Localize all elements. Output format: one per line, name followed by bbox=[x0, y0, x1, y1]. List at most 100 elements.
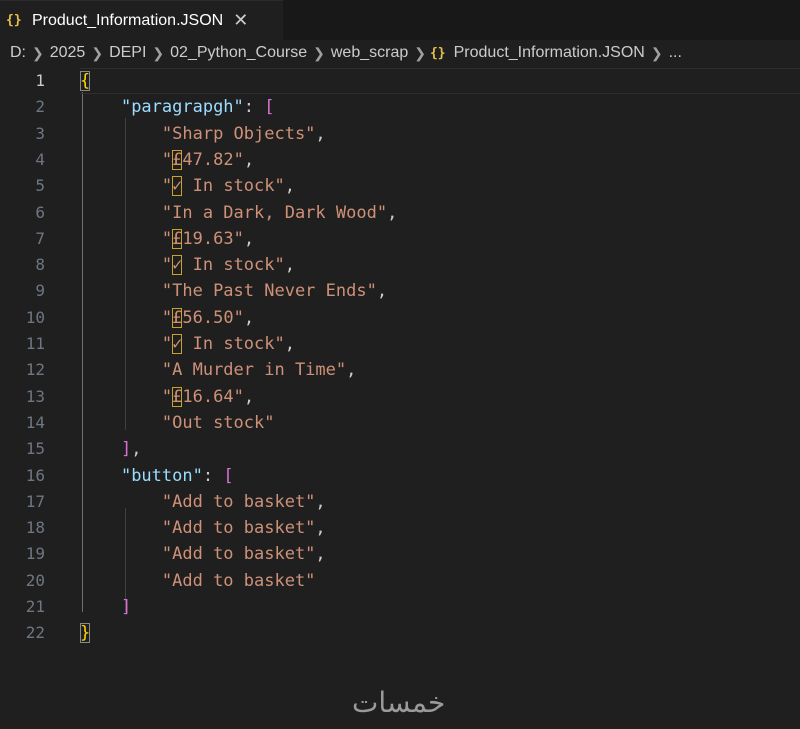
code-text[interactable]: "£47.82", bbox=[80, 147, 254, 173]
code-line: 14 "Out stock" bbox=[0, 410, 800, 436]
line-number: 11 bbox=[25, 334, 45, 353]
token: £ bbox=[172, 228, 183, 249]
token: 16.64" bbox=[182, 386, 244, 407]
token: "Add to basket" bbox=[161, 518, 316, 539]
token: In stock" bbox=[182, 255, 285, 276]
token: , bbox=[243, 386, 255, 407]
code-text[interactable]: "✓ In stock", bbox=[80, 252, 295, 278]
line-number: 13 bbox=[25, 386, 45, 406]
token: "button" bbox=[120, 465, 203, 486]
token: , bbox=[243, 228, 255, 249]
code-text[interactable]: "In a Dark, Dark Wood", bbox=[80, 200, 397, 226]
code-text[interactable]: "✓ In stock", bbox=[80, 173, 295, 199]
tab-product-information[interactable]: {} Product_Information.JSON ✕ bbox=[0, 0, 283, 40]
line-number: 1 bbox=[35, 71, 45, 90]
code-text[interactable]: "paragrapgh": [ bbox=[80, 94, 275, 120]
line-number: 16 bbox=[25, 465, 45, 485]
close-icon[interactable]: ✕ bbox=[233, 10, 248, 31]
token: "Out stock" bbox=[161, 412, 275, 433]
token: "Add to basket" bbox=[161, 570, 316, 591]
token: In stock" bbox=[182, 176, 285, 197]
code-text[interactable]: "✓ In stock", bbox=[80, 331, 295, 357]
code-text[interactable]: ], bbox=[80, 436, 142, 462]
token: £ bbox=[172, 149, 183, 170]
code-text[interactable]: "Add to basket" bbox=[80, 568, 316, 594]
code-editor[interactable]: 1 {2 "paragrapgh": [ 3 "Sharp Objects", 4 "… bbox=[0, 66, 800, 729]
token: [ bbox=[223, 465, 234, 486]
breadcrumb-item[interactable]: D: bbox=[8, 44, 28, 62]
code-text[interactable]: ] bbox=[80, 594, 131, 620]
code-text[interactable]: "The Past Never Ends", bbox=[80, 278, 387, 304]
breadcrumb-item[interactable]: 2025 bbox=[48, 44, 88, 62]
code-line: 2 "paragrapgh": [ bbox=[0, 94, 800, 120]
code-line: 20 "Add to basket" bbox=[0, 568, 800, 594]
code-text[interactable]: "£16.64", bbox=[80, 384, 254, 410]
token: , bbox=[315, 491, 326, 512]
code-text[interactable]: "Add to basket", bbox=[80, 541, 326, 567]
line-number: 21 bbox=[25, 597, 45, 616]
token: , bbox=[315, 123, 326, 144]
token: "paragrapgh" bbox=[120, 97, 244, 118]
token: £ bbox=[172, 386, 183, 407]
line-number: 4 bbox=[35, 149, 45, 169]
token: ✓ bbox=[172, 176, 183, 197]
token: ✓ bbox=[172, 334, 183, 354]
line-number: 15 bbox=[25, 439, 45, 459]
line-number: 14 bbox=[25, 412, 45, 432]
token: , bbox=[284, 176, 295, 197]
tab-bar: {} Product_Information.JSON ✕ bbox=[0, 0, 800, 40]
code-line: 6 "In a Dark, Dark Wood", bbox=[0, 200, 800, 226]
breadcrumb-item[interactable]: 02_Python_Course bbox=[168, 44, 309, 62]
chevron-right-icon: ❯ bbox=[313, 44, 325, 61]
code-text[interactable]: "Sharp Objects", bbox=[80, 121, 326, 147]
code-text[interactable]: "£56.50", bbox=[80, 305, 254, 331]
line-number: 3 bbox=[35, 123, 45, 143]
code-line: 9 "The Past Never Ends", bbox=[0, 278, 800, 304]
code-text[interactable]: "button": [ bbox=[80, 463, 234, 489]
line-number: 8 bbox=[35, 255, 45, 275]
code-line: 12 "A Murder in Time", bbox=[0, 357, 800, 383]
token: , bbox=[284, 334, 295, 354]
token: , bbox=[131, 439, 142, 460]
code-text[interactable]: "£19.63", bbox=[80, 226, 254, 252]
token: , bbox=[243, 149, 255, 170]
breadcrumb-item[interactable]: web_scrap bbox=[329, 44, 410, 62]
breadcrumb-item[interactable]: DEPI bbox=[107, 44, 148, 62]
code-text[interactable]: "Out stock" bbox=[80, 410, 275, 436]
token: , bbox=[346, 360, 357, 381]
line-number: 5 bbox=[35, 176, 45, 196]
code-line: 13 "£16.64", bbox=[0, 384, 800, 410]
code-line: 18 "Add to basket", bbox=[0, 515, 800, 541]
code-text[interactable]: "Add to basket", bbox=[80, 515, 326, 541]
code-text[interactable]: } bbox=[80, 620, 91, 646]
code-line: 11 "✓ In stock", bbox=[0, 331, 800, 357]
line-number: 9 bbox=[35, 281, 45, 301]
chevron-right-icon: ❯ bbox=[152, 44, 165, 61]
code-line: 15 ], bbox=[0, 436, 800, 462]
code-text[interactable]: { bbox=[80, 68, 91, 94]
token: , bbox=[315, 544, 326, 565]
line-number: 7 bbox=[35, 228, 45, 248]
token: 19.63" bbox=[182, 228, 244, 249]
code-line: 22} bbox=[0, 620, 800, 646]
token: " bbox=[161, 228, 173, 249]
code-text[interactable]: "Add to basket", bbox=[80, 489, 326, 515]
token: ✓ bbox=[172, 255, 183, 276]
breadcrumb-file[interactable]: Product_Information.JSON bbox=[452, 44, 647, 62]
line-number: 10 bbox=[25, 307, 45, 327]
token: " bbox=[161, 386, 173, 407]
line-number: 6 bbox=[35, 202, 45, 222]
code-text[interactable]: "A Murder in Time", bbox=[80, 357, 356, 383]
breadcrumb-ellipsis[interactable]: ... bbox=[667, 44, 684, 62]
chevron-right-icon: ❯ bbox=[414, 44, 426, 61]
